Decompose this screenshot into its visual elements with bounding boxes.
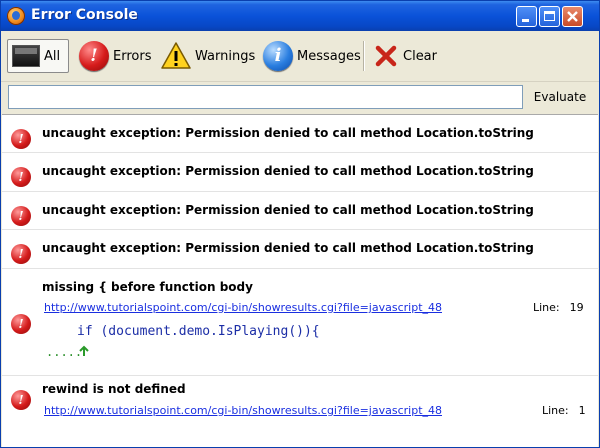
close-button[interactable] <box>562 6 583 27</box>
filter-messages-label: Messages <box>297 48 361 64</box>
filter-warnings-label: Warnings <box>195 48 256 64</box>
message-text: uncaught exception: Permission denied to… <box>42 164 534 178</box>
code-marker: ..... <box>46 345 83 359</box>
list-item[interactable]: uncaught exception: Permission denied to… <box>2 153 598 192</box>
evaluate-button[interactable]: Evaluate <box>528 85 592 109</box>
error-icon <box>11 206 31 226</box>
source-link[interactable]: http://www.tutorialspoint.com/cgi-bin/sh… <box>44 404 442 417</box>
source-link[interactable]: http://www.tutorialspoint.com/cgi-bin/sh… <box>44 301 442 314</box>
window-title: Error Console <box>31 7 138 23</box>
message-text: uncaught exception: Permission denied to… <box>42 241 534 255</box>
firefox-icon <box>7 7 25 25</box>
message-text: uncaught exception: Permission denied to… <box>42 203 534 217</box>
toolbar: All Errors Warnings Messages Clear <box>1 31 599 82</box>
line-label: Line: <box>542 404 569 417</box>
console-icon <box>12 45 40 67</box>
line-info: Line: 1 <box>542 404 586 417</box>
minimize-button[interactable] <box>516 6 537 27</box>
clear-label: Clear <box>403 48 437 64</box>
line-label: Line: <box>533 301 560 314</box>
message-text: uncaught exception: Permission denied to… <box>42 126 534 140</box>
list-item[interactable]: missing { before function body http://ww… <box>2 269 598 376</box>
info-icon <box>263 41 293 71</box>
source-code: if (document.demo.IsPlaying()){ <box>77 324 320 339</box>
error-position-arrow-icon <box>79 345 89 356</box>
message-list[interactable]: uncaught exception: Permission denied to… <box>2 114 598 447</box>
filter-messages-button[interactable]: Messages <box>263 39 361 73</box>
error-console-window: Error Console All Errors <box>0 0 600 448</box>
line-number: 19 <box>569 301 584 314</box>
filter-all-label: All <box>44 48 61 64</box>
filter-errors-label: Errors <box>113 48 152 64</box>
clear-x-icon <box>375 45 397 67</box>
line-info: Line: 19 <box>533 301 584 314</box>
message-text: rewind is not defined <box>42 382 186 396</box>
toolbar-separator <box>363 41 364 71</box>
error-icon <box>11 129 31 149</box>
list-item[interactable]: uncaught exception: Permission denied to… <box>2 115 598 153</box>
filter-warnings-button[interactable]: Warnings <box>161 39 256 73</box>
close-icon <box>567 11 578 22</box>
title-bar[interactable]: Error Console <box>1 1 599 31</box>
evaluate-input[interactable] <box>8 85 523 109</box>
maximize-button[interactable] <box>539 6 560 27</box>
error-icon <box>11 167 31 187</box>
list-item[interactable]: uncaught exception: Permission denied to… <box>2 230 598 269</box>
list-item[interactable]: uncaught exception: Permission denied to… <box>2 192 598 230</box>
filter-all-button[interactable]: All <box>7 39 69 73</box>
line-number: 1 <box>578 404 586 417</box>
clear-button[interactable]: Clear <box>373 39 443 73</box>
warning-icon <box>161 42 191 69</box>
error-icon <box>11 314 31 334</box>
error-icon <box>11 244 31 264</box>
list-item[interactable]: rewind is not defined http://www.tutoria… <box>2 376 598 447</box>
filter-errors-button[interactable]: Errors <box>79 39 157 73</box>
maximize-icon <box>544 11 555 21</box>
minimize-icon <box>522 19 529 22</box>
message-text: missing { before function body <box>42 280 253 294</box>
error-icon <box>79 41 109 71</box>
error-icon <box>11 390 31 410</box>
evaluate-bar: Evaluate <box>1 82 599 114</box>
